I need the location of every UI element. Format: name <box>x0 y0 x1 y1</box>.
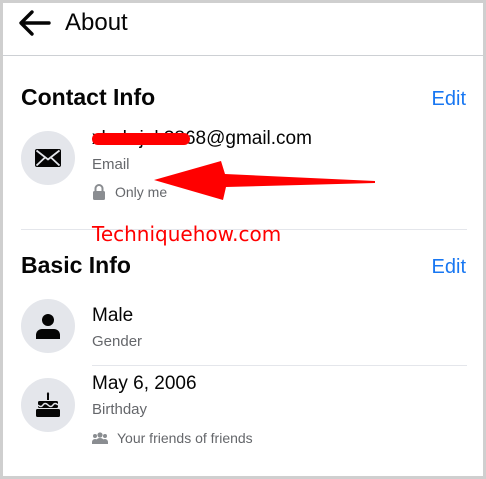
birthday-type-label: Birthday <box>92 401 148 418</box>
cake-icon <box>36 392 60 417</box>
row-divider <box>92 365 467 366</box>
person-icon <box>36 314 60 339</box>
gender-icon-badge <box>21 299 75 353</box>
envelope-icon <box>35 149 61 167</box>
basic-info-heading: Basic Info <box>21 252 131 278</box>
birthday-value: May 6, 2006 <box>92 373 197 394</box>
page-title: About <box>65 9 128 36</box>
gender-value: Male <box>92 305 134 326</box>
arrow-left-icon[interactable] <box>17 8 51 38</box>
birthday-privacy-label: Your friends of friends <box>117 430 253 446</box>
email-privacy[interactable]: Only me <box>92 184 167 200</box>
watermark: Techniquehow.com <box>92 222 282 246</box>
redaction-mark <box>92 133 190 145</box>
birthday-privacy[interactable]: Your friends of friends <box>92 430 253 446</box>
email-icon-badge <box>21 131 75 185</box>
email-type-label: Email <box>92 156 130 173</box>
contact-info-edit-button[interactable]: Edit <box>432 88 466 111</box>
birthday-icon-badge <box>21 378 75 432</box>
basic-info-edit-button[interactable]: Edit <box>432 256 466 279</box>
email-privacy-label: Only me <box>115 184 168 200</box>
friends-icon <box>92 432 108 444</box>
lock-icon <box>93 184 105 200</box>
gender-type-label: Gender <box>92 333 143 350</box>
contact-info-heading: Contact Info <box>21 84 156 110</box>
top-app-bar: About <box>3 0 483 56</box>
